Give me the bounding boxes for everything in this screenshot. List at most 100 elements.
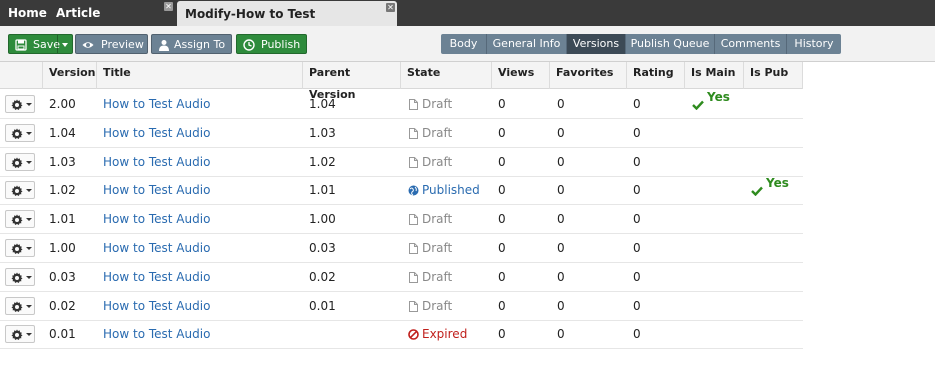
save-label: Save <box>33 38 61 51</box>
tab-label: Home <box>8 6 47 20</box>
table-row: 1.00 How to Test Audio 0.03 Draft 0 0 0 <box>0 234 803 263</box>
save-button[interactable]: Save <box>8 34 73 54</box>
column-header-parent-version[interactable]: Parent Version <box>303 62 401 101</box>
version-cell: 0.03 <box>49 269 76 284</box>
table-row: 1.04 How to Test Audio 1.03 Draft 0 0 0 <box>0 119 803 148</box>
tab-history[interactable]: History <box>787 34 841 54</box>
title-link[interactable]: How to Test Audio <box>103 234 210 262</box>
views-cell: 0 <box>498 298 506 313</box>
state-cell: Draft <box>408 263 492 291</box>
table-row: 1.01 How to Test Audio 1.00 Draft 0 0 0 <box>0 205 803 235</box>
version-cell: 1.04 <box>49 125 76 140</box>
split-divider <box>57 35 58 53</box>
title-link[interactable]: How to Test Audio <box>103 292 210 320</box>
state-label: Expired <box>422 327 468 342</box>
column-header-title[interactable]: Title <box>97 62 303 89</box>
rating-cell: 0 <box>633 183 641 198</box>
chevron-down-icon <box>26 275 32 279</box>
tab-publish-queue[interactable]: Publish Queue <box>626 34 715 54</box>
row-actions-button[interactable] <box>5 152 35 171</box>
views-cell: 0 <box>498 154 506 169</box>
column-header-views[interactable]: Views <box>492 62 550 89</box>
table-row: 2.00 How to Test Audio 1.04 Draft 0 0 0 Yes <box>0 90 803 119</box>
parent-version-cell: 0.02 <box>309 269 336 284</box>
favorites-cell: 0 <box>557 298 565 313</box>
state-cell: Draft <box>408 148 492 176</box>
version-cell: 1.03 <box>49 154 76 169</box>
tab-article-management[interactable]: Article Management ✕ <box>56 0 174 46</box>
title-link[interactable]: How to Test Audio <box>103 148 210 176</box>
assign-to-button[interactable]: Assign To <box>151 34 232 54</box>
tab-body[interactable]: Body <box>441 34 487 54</box>
title-link[interactable]: How to Test Audio <box>103 263 210 291</box>
row-actions-button[interactable] <box>5 325 35 344</box>
column-header-favorites[interactable]: Favorites <box>550 62 627 89</box>
tab-home[interactable]: Home <box>8 0 48 26</box>
row-actions-button[interactable] <box>5 210 35 229</box>
row-actions-button[interactable] <box>5 239 35 257</box>
parent-version-cell: 1.00 <box>309 212 336 227</box>
title-link[interactable]: How to Test Audio <box>103 205 210 233</box>
title-link[interactable]: How to Test Audio <box>103 176 210 204</box>
chevron-down-icon <box>26 304 32 308</box>
preview-button[interactable]: Preview <box>75 34 148 54</box>
rating-cell: 0 <box>633 298 641 313</box>
version-cell: 0.01 <box>49 327 76 342</box>
publish-button[interactable]: Publish <box>236 34 307 54</box>
column-header-rating[interactable]: Rating <box>627 62 685 89</box>
document-icon <box>409 243 418 254</box>
row-actions-button[interactable] <box>5 95 35 113</box>
title-link[interactable]: How to Test Audio <box>103 90 210 118</box>
clock-icon <box>243 39 255 51</box>
document-icon <box>409 214 418 226</box>
title-link[interactable]: How to Test Audio <box>103 119 210 147</box>
top-tab-bar: Home Article Management ✕ Modify-How to … <box>0 0 935 47</box>
close-icon[interactable]: ✕ <box>164 2 173 11</box>
column-header-version[interactable]: Version <box>43 62 97 89</box>
parent-version-cell: 1.02 <box>309 154 336 169</box>
row-actions-button[interactable] <box>5 296 35 315</box>
favorites-cell: 0 <box>557 183 565 198</box>
chevron-down-icon[interactable] <box>62 43 68 47</box>
title-link[interactable]: How to Test Audio <box>103 320 210 348</box>
state-cell: Published <box>408 176 492 204</box>
state-cell: Draft <box>408 292 492 320</box>
views-cell: 0 <box>498 125 506 140</box>
version-cell: 2.00 <box>49 97 76 111</box>
parent-version-cell: 1.01 <box>309 183 336 198</box>
tab-versions[interactable]: Versions <box>567 34 626 54</box>
assign-to-label: Assign To <box>174 38 226 51</box>
favorites-cell: 0 <box>557 212 565 227</box>
tab-general-info[interactable]: General Info <box>487 34 567 54</box>
rating-cell: 0 <box>633 269 641 284</box>
rating-cell: 0 <box>633 327 641 342</box>
document-icon <box>409 300 418 312</box>
state-cell: Expired <box>408 320 492 348</box>
gear-icon <box>11 243 23 254</box>
tab-comments[interactable]: Comments <box>715 34 787 54</box>
chevron-down-icon <box>26 333 32 337</box>
chevron-down-icon <box>26 247 32 250</box>
column-header-is-pub[interactable]: Is Pub <box>744 62 803 89</box>
state-cell: Draft <box>408 234 492 262</box>
table-row: 0.03 How to Test Audio 0.02 Draft 0 0 0 <box>0 263 803 292</box>
column-header-state[interactable]: State <box>401 62 492 89</box>
tab-modify-article[interactable]: Modify-How to Test Audio(v2.00) ✕ <box>177 1 397 47</box>
chevron-down-icon <box>26 160 32 164</box>
row-actions-button[interactable] <box>5 181 35 200</box>
version-cell: 1.00 <box>49 241 76 255</box>
rating-cell: 0 <box>633 212 641 227</box>
parent-version-cell: 1.03 <box>309 125 336 140</box>
parent-version-cell: 1.04 <box>309 97 336 111</box>
gear-icon <box>11 329 23 341</box>
eye-icon <box>82 42 94 48</box>
state-label: Draft <box>422 241 453 255</box>
views-cell: 0 <box>498 212 506 227</box>
row-actions-button[interactable] <box>5 123 35 142</box>
rating-cell: 0 <box>633 97 641 111</box>
close-icon[interactable]: ✕ <box>386 3 395 12</box>
column-header-is-main[interactable]: Is Main <box>685 62 744 89</box>
row-actions-button[interactable] <box>5 267 35 286</box>
version-cell: 0.02 <box>49 298 76 313</box>
favorites-cell: 0 <box>557 327 565 342</box>
